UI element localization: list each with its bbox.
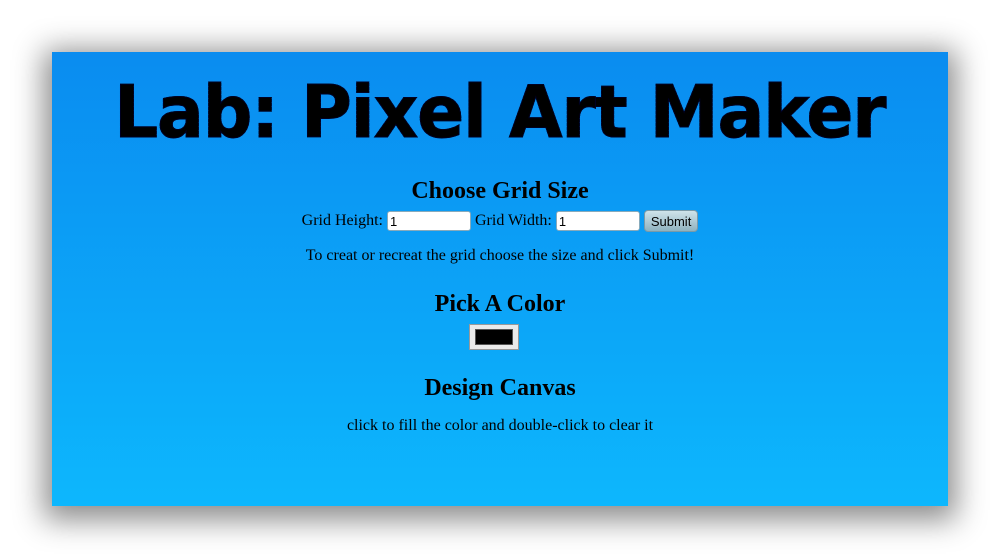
grid-width-input[interactable] bbox=[555, 211, 640, 232]
page: Lab: Pixel Art Maker Choose Grid Size Gr… bbox=[0, 0, 1000, 559]
grid-size-heading: Choose Grid Size bbox=[411, 178, 589, 204]
pick-color-heading: Pick A Color bbox=[434, 291, 566, 317]
grid-size-form: Grid Height: Grid Width: Submit bbox=[52, 210, 948, 233]
grid-width-label: Grid Width: bbox=[475, 212, 552, 229]
submit-button[interactable]: Submit bbox=[643, 210, 699, 233]
design-canvas-heading: Design Canvas bbox=[424, 375, 576, 401]
color-picker[interactable] bbox=[469, 324, 519, 350]
color-swatch bbox=[475, 329, 513, 345]
page-title-text: Lab: Pixel Art Maker bbox=[114, 70, 887, 154]
page-title: Lab: Pixel Art Maker bbox=[52, 70, 948, 154]
canvas-instructions: click to fill the color and double-click… bbox=[346, 417, 654, 434]
grid-instructions: To creat or recreat the grid choose the … bbox=[305, 247, 695, 264]
grid-height-label: Grid Height: bbox=[301, 212, 383, 229]
grid-height-input[interactable] bbox=[387, 211, 471, 232]
app-window: Lab: Pixel Art Maker Choose Grid Size Gr… bbox=[52, 52, 948, 506]
